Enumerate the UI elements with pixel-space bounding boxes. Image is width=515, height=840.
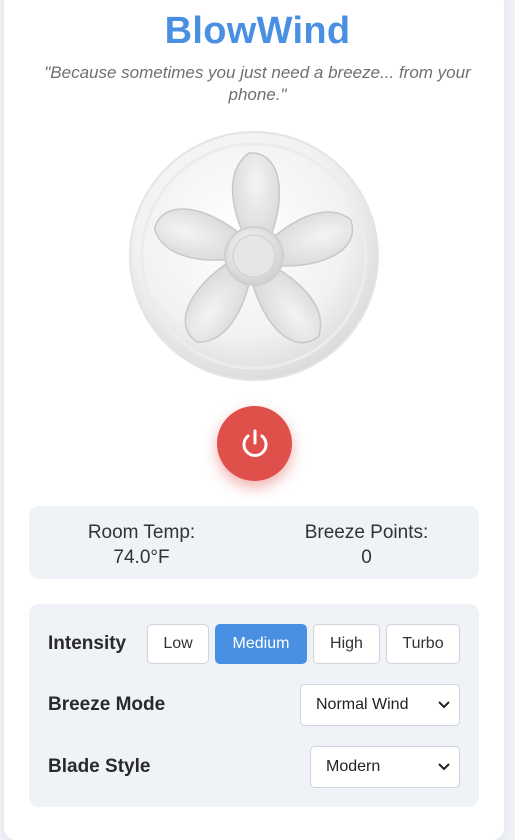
breeze-points-label: Breeze Points: <box>304 522 429 543</box>
chevron-down-icon <box>438 701 450 709</box>
chevron-down-icon <box>438 763 450 771</box>
breeze-points-stat: Breeze Points: 0 <box>254 520 479 570</box>
breeze-mode-value: Normal Wind <box>316 696 409 713</box>
room-temp-stat: Room Temp: 74.0°F <box>29 520 254 570</box>
intensity-low-button[interactable]: Low <box>147 624 209 664</box>
room-temp-value: 74.0°F <box>113 547 170 568</box>
intensity-medium-button[interactable]: Medium <box>215 624 307 664</box>
room-temp-label: Room Temp: <box>87 522 196 543</box>
power-button[interactable] <box>217 406 292 481</box>
fan-icon <box>129 131 379 381</box>
power-icon <box>242 429 267 457</box>
controls-panel: Intensity Low Medium High Turbo Breeze M… <box>29 604 479 807</box>
stats-panel: Room Temp: 74.0°F Breeze Points: 0 <box>29 506 479 579</box>
app-tagline: "Because sometimes you just need a breez… <box>44 63 471 104</box>
blade-style-value: Modern <box>326 758 381 775</box>
breeze-points-value: 0 <box>361 547 372 568</box>
blade-style-label: Blade Style <box>48 756 151 777</box>
intensity-high-button[interactable]: High <box>313 624 380 664</box>
breeze-mode-label: Breeze Mode <box>48 694 166 715</box>
blade-style-select[interactable]: Modern <box>310 746 460 788</box>
breeze-mode-select[interactable]: Normal Wind <box>300 684 460 726</box>
intensity-label: Intensity <box>48 633 127 654</box>
app-title: BlowWind <box>164 10 351 52</box>
intensity-turbo-button[interactable]: Turbo <box>386 624 460 664</box>
